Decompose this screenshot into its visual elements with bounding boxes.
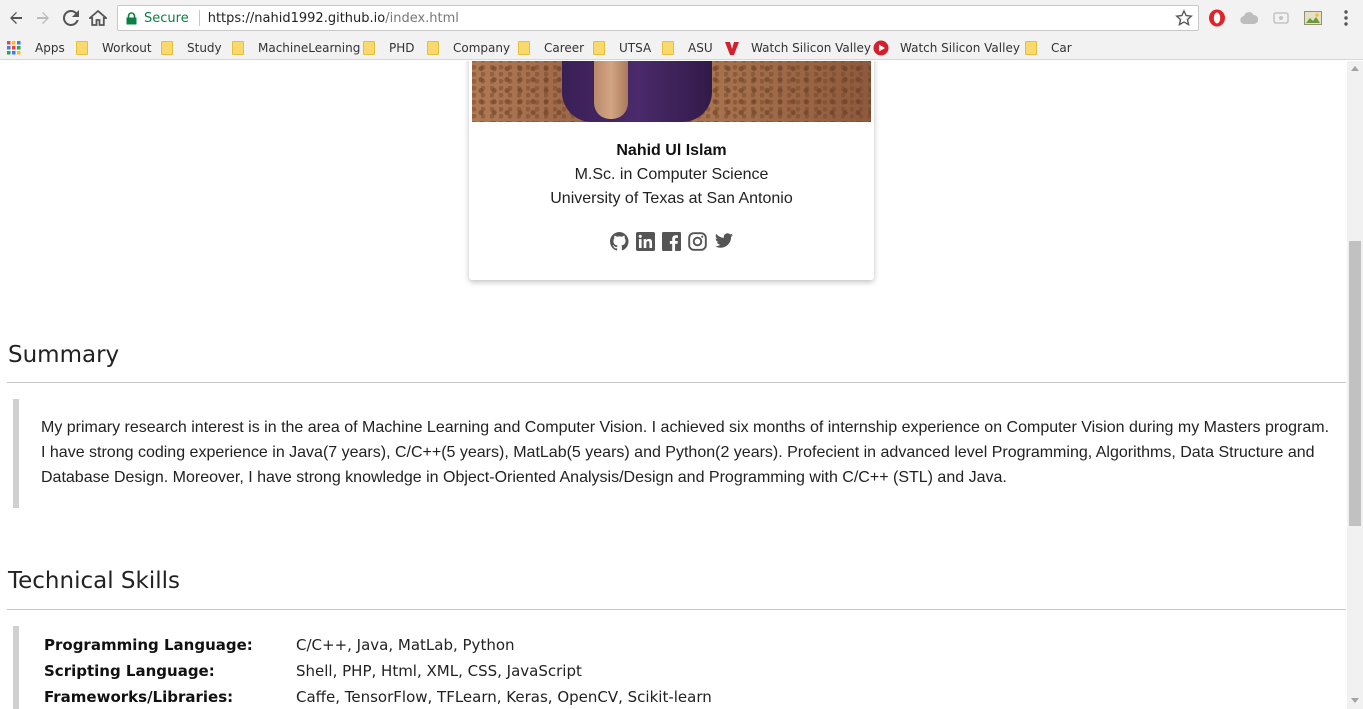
- bookmark-star-icon[interactable]: [1175, 9, 1193, 27]
- instagram-icon[interactable]: [688, 231, 708, 251]
- skills-heading: Technical Skills: [8, 568, 180, 594]
- bookmark-label: UTSA: [619, 41, 652, 55]
- skills-divider: [7, 609, 1346, 610]
- browser-toolbar: Secure https://nahid1992.github.io/index…: [0, 0, 1363, 36]
- skills-blockquote: Programming Language: C/C++, Java, MatLa…: [13, 626, 1333, 709]
- skill-key: Scripting Language:: [44, 662, 215, 680]
- bookmark-label: Workout: [102, 41, 152, 55]
- folder-icon: [232, 41, 244, 55]
- summary-heading: Summary: [8, 342, 120, 368]
- bookmark-label: MachineLearning: [258, 41, 361, 55]
- bookmark-phd[interactable]: PHD: [363, 39, 415, 57]
- image-extension-icon[interactable]: [1303, 8, 1323, 28]
- summary-divider: [7, 382, 1346, 383]
- bookmark-car[interactable]: Car: [1025, 39, 1072, 57]
- skill-value: Shell, PHP, Html, XML, CSS, JavaScript: [296, 662, 582, 680]
- skill-key: Frameworks/Libraries:: [44, 688, 234, 706]
- folder-icon: [1025, 41, 1037, 55]
- bookmark-label: Watch Silicon Valley: [900, 41, 1020, 55]
- bookmark-label: Car: [1051, 41, 1072, 55]
- profile-name: Nahid Ul Islam: [616, 142, 727, 159]
- apps-grid-icon: [7, 41, 21, 55]
- bookmark-label: Career: [544, 41, 585, 55]
- skill-value: C/C++, Java, MatLab, Python: [296, 636, 515, 654]
- folder-icon: [161, 41, 173, 55]
- bookmark-career[interactable]: Career: [518, 39, 584, 57]
- summary-blockquote: My primary research interest is in the a…: [13, 399, 1333, 508]
- vertical-scrollbar[interactable]: [1347, 61, 1363, 709]
- profile-university: University of Texas at San Antonio: [550, 190, 793, 207]
- forward-arrow-icon: [37, 12, 49, 24]
- skill-value: Caffe, TensorFlow, TFLearn, Keras, OpenC…: [296, 688, 712, 706]
- url-path: /index.html: [385, 10, 459, 26]
- bookmark-machinelearning[interactable]: MachineLearning: [232, 39, 360, 57]
- scroll-up-arrow-icon[interactable]: [1351, 66, 1359, 71]
- bookmark-study[interactable]: Study: [161, 39, 222, 57]
- profile-photo: [472, 61, 871, 122]
- forward-button[interactable]: [31, 6, 55, 30]
- folder-icon: [593, 41, 605, 55]
- lock-icon: [126, 11, 138, 25]
- opera-extension-icon[interactable]: [1207, 8, 1227, 28]
- cloud-extension-icon[interactable]: [1239, 8, 1259, 28]
- back-arrow-icon: [10, 12, 22, 24]
- skill-row: Programming Language: C/C++, Java, MatLa…: [44, 632, 712, 658]
- bookmark-label: Study: [187, 41, 222, 55]
- bookmark-watch-silicon-valley-vudu[interactable]: Watch Silicon Valley: [724, 39, 871, 57]
- folder-icon: [363, 41, 375, 55]
- reload-button[interactable]: [59, 6, 83, 30]
- folder-icon: [518, 41, 530, 55]
- url-host: https://nahid1992.github.io: [207, 10, 386, 26]
- linkedin-icon[interactable]: [636, 231, 656, 251]
- facebook-icon[interactable]: [662, 231, 682, 251]
- kebab-menu-icon: [1344, 10, 1348, 26]
- scroll-down-arrow-icon[interactable]: [1351, 698, 1359, 703]
- twitter-icon[interactable]: [714, 231, 734, 251]
- chrome-menu-button[interactable]: [1336, 8, 1356, 28]
- page-viewport: Nahid Ul Islam M.Sc. in Computer Science…: [0, 61, 1347, 709]
- skill-row: Frameworks/Libraries: Caffe, TensorFlow,…: [44, 684, 712, 709]
- reload-icon: [63, 10, 79, 26]
- bookmark-label: PHD: [389, 41, 415, 55]
- summary-text: My primary research interest is in the a…: [41, 419, 1330, 486]
- profile-card: Nahid Ul Islam M.Sc. in Computer Science…: [469, 61, 874, 280]
- bookmark-workout[interactable]: Workout: [76, 39, 152, 57]
- bookmark-utsa[interactable]: UTSA: [593, 39, 651, 57]
- play-icon: [873, 40, 889, 56]
- bookmark-label: Watch Silicon Valley: [751, 41, 871, 55]
- bookmark-label: ASU: [688, 41, 713, 55]
- cast-extension-icon[interactable]: [1271, 8, 1291, 28]
- secure-label: Secure: [144, 10, 189, 26]
- back-button[interactable]: [4, 6, 28, 30]
- home-button[interactable]: [86, 6, 110, 30]
- folder-icon: [76, 41, 88, 55]
- bookmark-label: Company: [453, 41, 511, 55]
- address-bar[interactable]: Secure https://nahid1992.github.io/index…: [117, 5, 1199, 31]
- skill-row: Scripting Language: Shell, PHP, Html, XM…: [44, 658, 712, 684]
- scrollbar-thumb[interactable]: [1349, 241, 1361, 526]
- vudu-icon: [724, 40, 740, 56]
- social-links: [469, 231, 874, 251]
- folder-icon: [427, 41, 439, 55]
- profile-degree: M.Sc. in Computer Science: [574, 166, 769, 183]
- skill-key: Programming Language:: [44, 636, 253, 654]
- home-icon: [89, 10, 107, 26]
- folder-icon: [662, 41, 674, 55]
- bookmark-watch-silicon-valley-play[interactable]: Watch Silicon Valley: [873, 39, 1020, 57]
- omnibox-divider: [198, 10, 200, 26]
- bookmark-apps[interactable]: Apps: [7, 39, 65, 57]
- bookmark-label: Apps: [35, 41, 65, 55]
- bookmark-asu[interactable]: ASU: [662, 39, 713, 57]
- bookmark-company[interactable]: Company: [427, 39, 510, 57]
- skills-table: Programming Language: C/C++, Java, MatLa…: [44, 632, 712, 709]
- bookmarks-bar: Apps Workout Study MachineLearning PHD C…: [0, 36, 1363, 60]
- github-icon[interactable]: [610, 231, 630, 251]
